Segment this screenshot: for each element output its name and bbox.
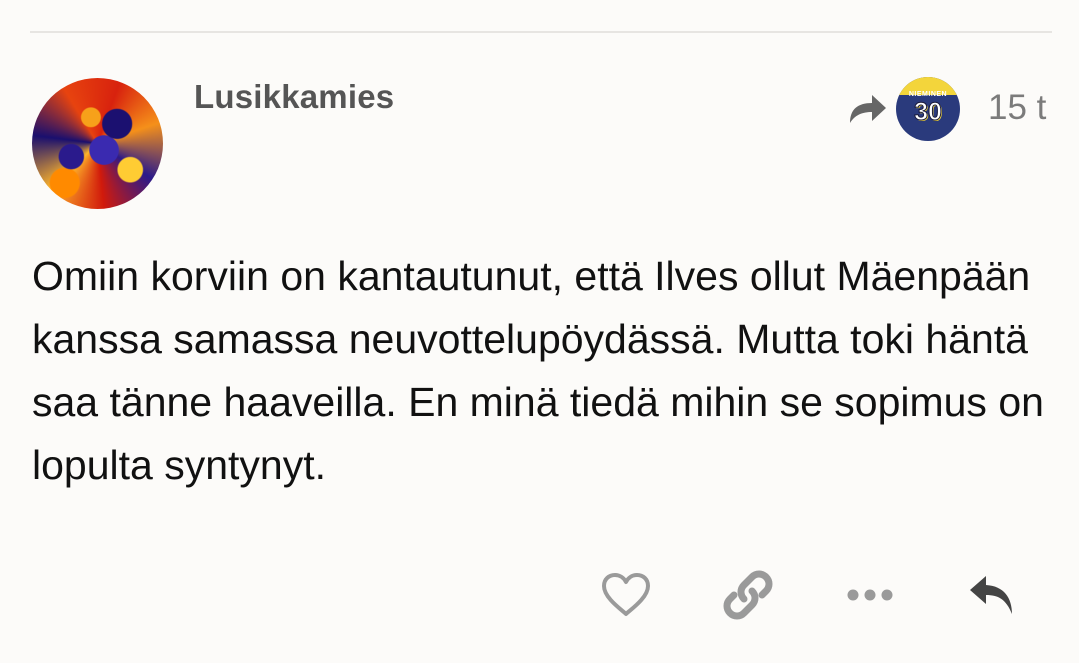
post-actions [0,565,1079,625]
reply-icon [970,576,1012,614]
jersey-name: NIEMINEN [908,91,948,98]
jersey-number: 30 [914,98,943,127]
post-timestamp[interactable]: 15 t [988,88,1046,128]
ellipsis-icon [847,589,893,601]
heart-icon [602,573,650,616]
more-button[interactable] [840,565,900,625]
reply-to-avatar[interactable]: NIEMINEN 30 [896,77,960,141]
reply-button[interactable] [962,565,1022,625]
like-button[interactable] [596,565,656,625]
post-divider [30,31,1052,33]
link-icon [723,570,773,620]
copy-link-button[interactable] [718,565,778,625]
username[interactable]: Lusikkamies [194,78,394,116]
avatar[interactable] [32,78,163,209]
post-body: Omiin korviin on kantautunut, että Ilves… [32,253,1044,488]
reply-to-arrow-icon[interactable] [846,91,888,127]
post: Lusikkamies NIEMINEN 30 15 t Omiin korvi… [0,0,1079,663]
